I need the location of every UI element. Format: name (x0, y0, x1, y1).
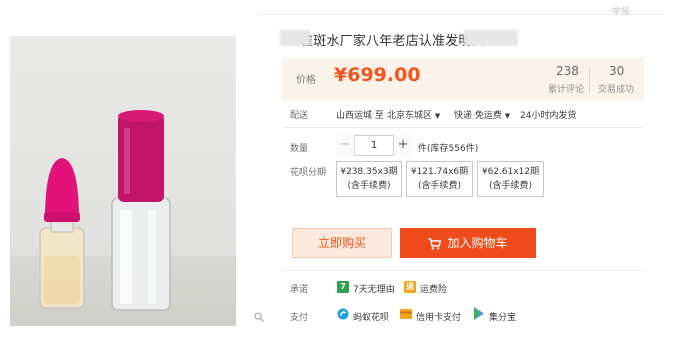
sales-count-label: 交易成功 (598, 85, 635, 95)
installment-option-12[interactable]: ¥62.61x12期 (含手续费) (477, 161, 544, 197)
shipping-insurance-text[interactable]: 运费险 (420, 282, 447, 295)
payment-huabei[interactable]: 蚂蚁花呗 (353, 310, 389, 323)
promise-label: 承诺 (290, 285, 309, 295)
installment-fee-note: (含手续费) (488, 181, 533, 191)
top-divider (258, 14, 664, 15)
installment-fee-note: (含手续费) (417, 181, 462, 191)
sales-count: 30 (609, 64, 625, 78)
add-to-cart-label: 加入购物车 (447, 236, 508, 250)
stock-text: 件(库存556件) (418, 144, 479, 154)
installment-amount: ¥62.61x12期 (481, 167, 540, 177)
title-redaction-left (280, 30, 310, 46)
ship-method-selector[interactable]: 快递 免运费 ▼ (454, 108, 510, 121)
payment-label: 支付 (290, 313, 309, 323)
ship-time: 24小时内发货 (520, 111, 577, 121)
buy-now-button[interactable]: 立即购买 (292, 228, 392, 258)
nail-bottles-picture (39, 110, 171, 311)
review-count[interactable]: 238 (556, 64, 579, 78)
ant-huabei-icon (337, 308, 349, 320)
product-image[interactable] (10, 36, 236, 326)
ship-to-text: 北京东城区 (387, 111, 433, 121)
review-count-label[interactable]: 累计评论 (548, 82, 584, 95)
seven-day-return-icon: 7 (337, 281, 349, 293)
installment-label: 花呗分期 (290, 168, 327, 178)
cart-icon (428, 238, 442, 250)
installment-amount: ¥121.74x6期 (410, 167, 469, 177)
divider (282, 127, 644, 128)
quantity-plus-button[interactable]: + (393, 135, 412, 156)
quantity-minus-button[interactable]: − (336, 135, 355, 156)
price-label: 价格 (296, 75, 316, 86)
chevron-down-icon: ▼ (504, 112, 511, 120)
price-value: ¥699.00 (334, 64, 421, 86)
quantity-label: 数量 (290, 144, 309, 154)
title-redaction-right (464, 30, 518, 46)
payment-jifenbao[interactable]: 集分宝 (489, 310, 516, 323)
stat-divider (589, 66, 590, 94)
add-to-cart-button[interactable]: 加入购物车 (400, 228, 536, 258)
ship-method-text: 快递 免运费 (454, 111, 502, 121)
ship-to-selector[interactable]: 北京东城区 ▼ (387, 108, 440, 121)
chevron-down-icon: ▼ (434, 112, 441, 120)
installment-fee-note: (含手续费) (347, 181, 391, 191)
report-link[interactable]: 举报 (612, 4, 630, 17)
payment-credit-card[interactable]: 信用卡支付 (416, 310, 461, 323)
credit-card-icon (400, 309, 412, 319)
quantity-input[interactable]: 1 (355, 135, 393, 156)
shipping-label: 配送 (290, 111, 309, 121)
installment-option-3[interactable]: ¥238.35x3期 (含手续费) (336, 161, 402, 197)
jifenbao-icon (474, 307, 484, 320)
zoom-magnifier-icon[interactable] (254, 312, 264, 322)
installment-amount: ¥238.35x3期 (340, 167, 398, 177)
divider (282, 270, 644, 271)
product-title: 雀斑水厂家八年老店认准发明人 (300, 34, 485, 49)
shipping-insurance-icon: 退 (404, 281, 416, 293)
installment-option-6[interactable]: ¥121.74x6期 (含手续费) (406, 161, 473, 197)
seven-day-return-text[interactable]: 7天无理由 (353, 282, 395, 295)
ship-from: 山西运城 至 (336, 111, 384, 121)
